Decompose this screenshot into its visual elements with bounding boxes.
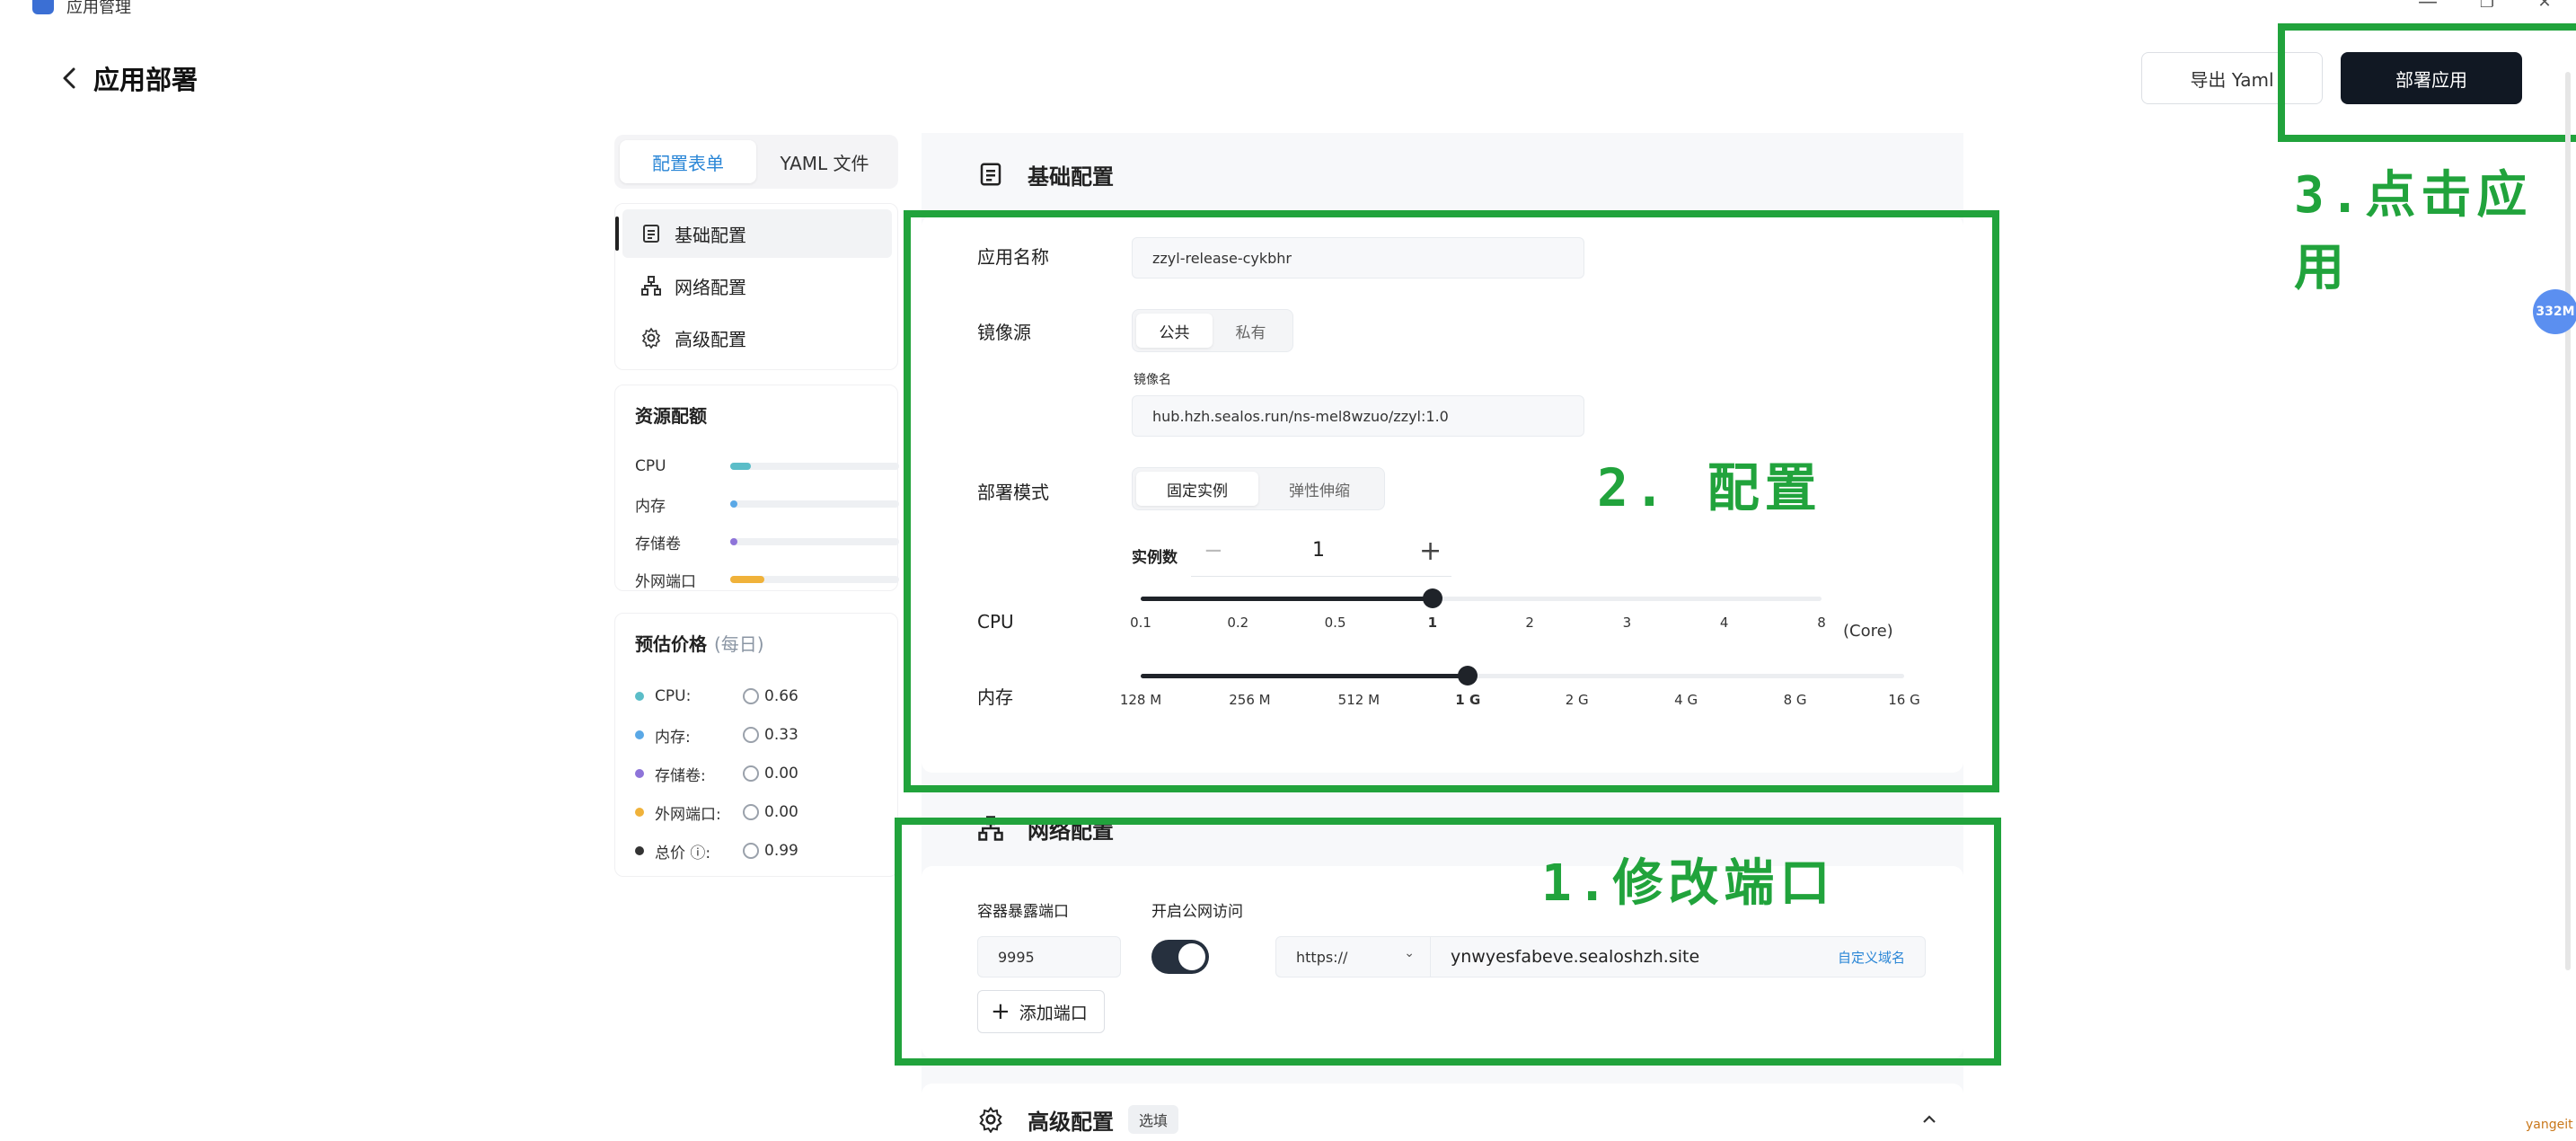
advanced-config-header[interactable]: 高级配置 选填 <box>922 1084 1963 1141</box>
page-scrollbar[interactable] <box>2565 72 2571 970</box>
annotation-step-2: 2. 配置 <box>1597 457 1822 518</box>
price-row-storage: 存储卷: 0.00 <box>635 763 887 785</box>
price-value: 0.66 <box>764 687 798 705</box>
price-value: 0.00 <box>764 765 798 783</box>
active-indicator <box>615 217 619 251</box>
quota-row-memory: 内存 <box>635 493 899 516</box>
quota-label: 内存 <box>635 497 666 516</box>
restore-icon[interactable]: ❐ <box>2474 0 2501 12</box>
resource-quota-panel: 资源配额 CPU 内存 存储卷 外网端口 <box>614 385 899 591</box>
quota-track <box>730 538 899 545</box>
quota-fill <box>730 538 737 545</box>
form-mode-tabs: 配置表单 YAML 文件 <box>614 135 898 189</box>
basic-config-header: 基础配置 <box>922 133 1963 216</box>
gear-icon <box>641 327 661 349</box>
back-arrow-icon[interactable] <box>59 63 79 93</box>
page-title: 应用部署 <box>93 65 198 95</box>
price-label: CPU: <box>655 687 692 705</box>
app-logo-icon <box>32 0 54 14</box>
resource-quota-title: 资源配额 <box>635 405 707 427</box>
price-row-memory: 内存: 0.33 <box>635 724 887 747</box>
annotation-box-config <box>904 210 1999 792</box>
quota-track <box>730 463 899 470</box>
coin-icon <box>743 804 759 820</box>
network-icon <box>641 276 661 296</box>
price-value: 0.00 <box>764 803 798 821</box>
quota-label: CPU <box>635 457 666 475</box>
minimize-icon[interactable]: — <box>2414 0 2441 13</box>
quota-fill <box>730 576 764 583</box>
nav-item-label: 基础配置 <box>675 224 746 246</box>
gear-icon <box>979 1106 1002 1133</box>
legend-dot <box>635 692 644 701</box>
annotation-step-3: 3.点击应用 <box>2294 166 2533 297</box>
tab-yaml-file[interactable]: YAML 文件 <box>756 140 893 183</box>
coin-icon <box>743 727 759 743</box>
section-nav: 基础配置 网络配置 高级配置 <box>614 203 898 370</box>
section-title: 高级配置 <box>1028 1109 1114 1135</box>
price-label: 外网端口: <box>655 805 721 824</box>
quota-fill <box>730 463 751 470</box>
price-title: 预估价格 (每日) <box>635 630 764 656</box>
estimated-price-panel: 预估价格 (每日) CPU: 0.66 内存: 0.33 存储卷: 0.00 外网… <box>614 613 898 877</box>
price-row-cpu: CPU: 0.66 <box>635 685 887 707</box>
annotation-box-deploy <box>2278 23 2576 142</box>
price-subtitle: (每日) <box>714 633 764 655</box>
quota-row-cpu: CPU <box>635 456 899 477</box>
quota-track <box>730 500 899 508</box>
memory-usage-badge[interactable]: 332M <box>2533 289 2576 334</box>
legend-dot <box>635 808 644 817</box>
quota-track <box>730 576 899 583</box>
section-title: 基础配置 <box>1028 164 1114 190</box>
annotation-step-1: 1.修改端口 <box>1541 854 1836 913</box>
quota-label: 外网端口 <box>635 572 696 591</box>
quota-fill <box>730 500 737 508</box>
price-title-text: 预估价格 <box>635 633 707 655</box>
price-value: 0.33 <box>764 726 798 744</box>
quota-row-storage: 存储卷 <box>635 531 899 553</box>
coin-icon <box>743 688 759 704</box>
tab-config-form[interactable]: 配置表单 <box>620 140 756 183</box>
price-value: 0.99 <box>764 842 798 860</box>
chevron-up-icon[interactable] <box>1919 1109 1940 1130</box>
nav-item-basic[interactable]: 基础配置 <box>615 209 892 258</box>
document-icon <box>643 225 659 243</box>
nav-item-advanced[interactable]: 高级配置 <box>622 314 892 362</box>
price-label: 总价 ⓘ: <box>655 844 711 862</box>
nav-item-label: 高级配置 <box>675 328 746 350</box>
quota-row-public-port: 外网端口 <box>635 569 899 591</box>
price-row-total: 总价 ⓘ: 0.99 <box>635 840 887 862</box>
optional-badge: 选填 <box>1128 1105 1179 1134</box>
window-title: 应用管理 <box>66 0 131 17</box>
price-label: 存储卷: <box>655 766 706 785</box>
close-icon[interactable]: ✕ <box>2531 0 2558 12</box>
coin-icon <box>743 843 759 859</box>
nav-item-network[interactable]: 网络配置 <box>622 261 892 310</box>
document-icon <box>980 163 1001 186</box>
legend-dot <box>635 846 644 855</box>
price-row-public-port: 外网端口: 0.00 <box>635 801 887 824</box>
quota-label: 存储卷 <box>635 535 681 553</box>
legend-dot <box>635 769 644 778</box>
nav-item-label: 网络配置 <box>675 276 746 298</box>
price-label: 内存: <box>655 728 691 747</box>
watermark: yangeit <box>2526 1118 2573 1132</box>
coin-icon <box>743 765 759 782</box>
legend-dot <box>635 730 644 739</box>
